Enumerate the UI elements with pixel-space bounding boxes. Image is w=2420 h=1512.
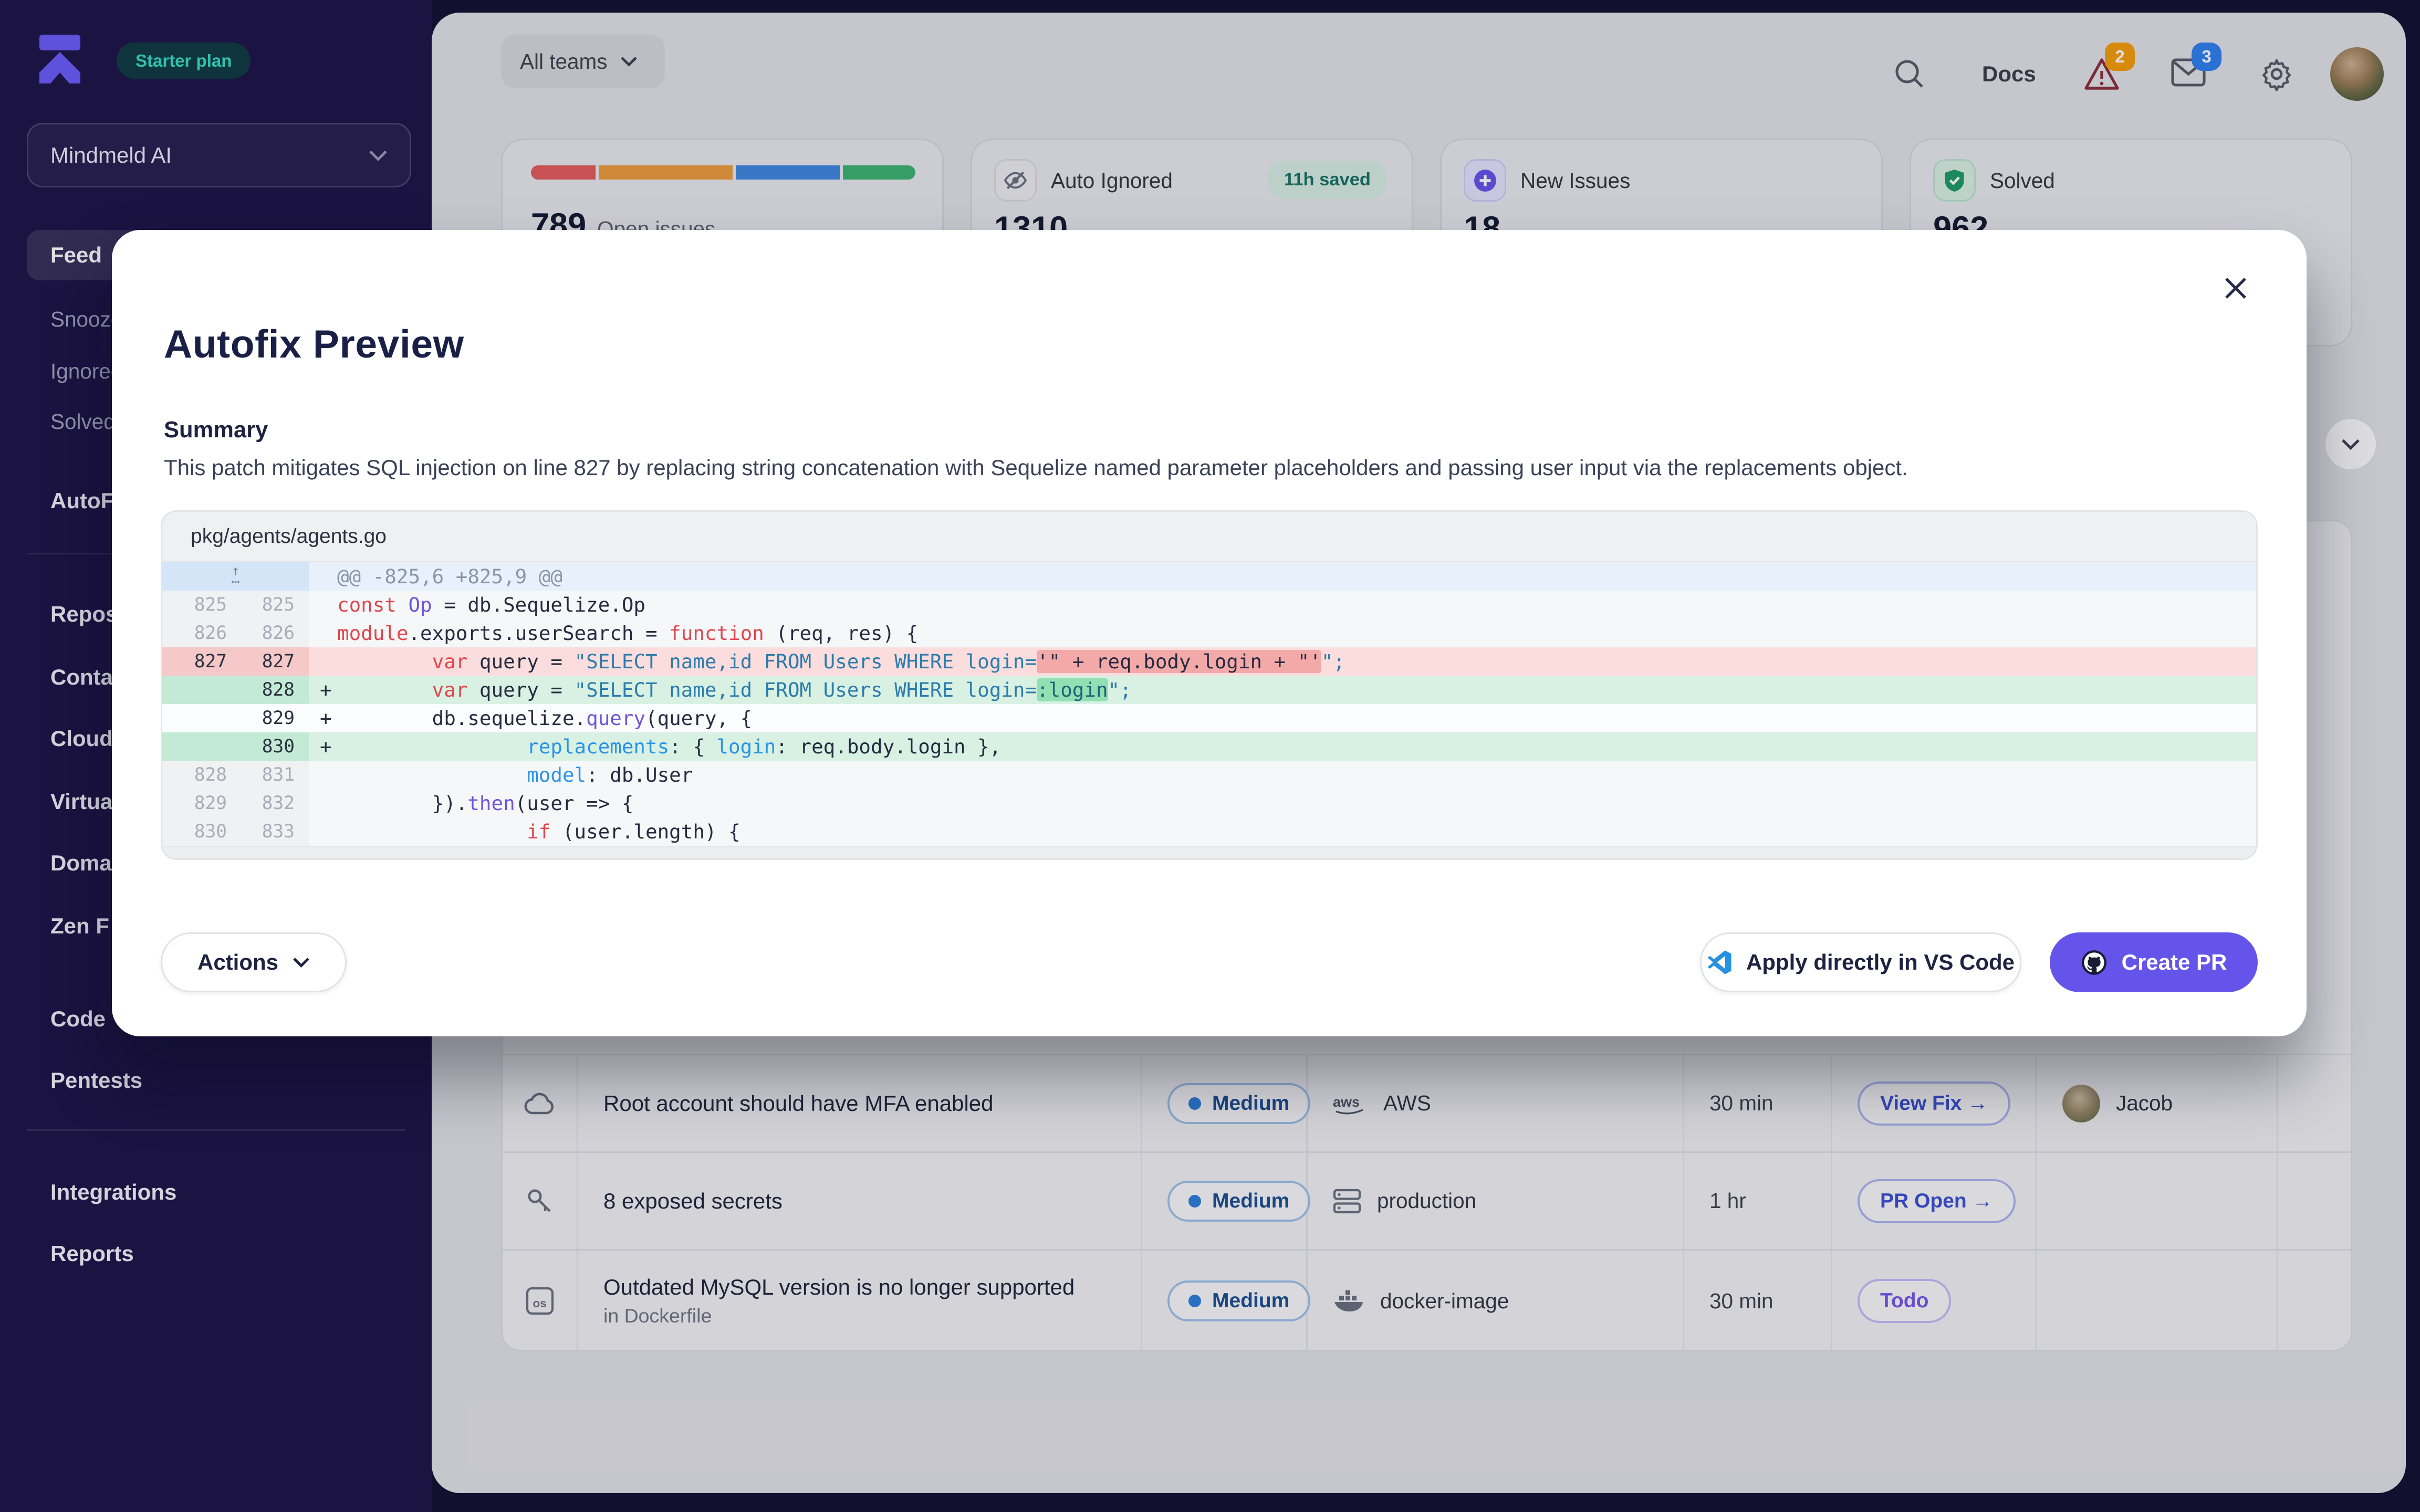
diff-line-added: 830 + replacements: { login: req.body.lo…: [162, 732, 2256, 761]
diff-line: 830833 if (user.length) {: [162, 817, 2256, 846]
summary-heading: Summary: [164, 417, 268, 443]
diff-hunk-row[interactable]: ↑⋯ @@ -825,6 +825,9 @@: [162, 562, 2256, 591]
github-icon: [2081, 949, 2108, 976]
actions-dropdown-button[interactable]: Actions: [161, 932, 347, 992]
diff-line-added: 829 + db.sequelize.query(query, {: [162, 704, 2256, 732]
diff-viewer: pkg/agents/agents.go ↑⋯ @@ -825,6 +825,9…: [161, 510, 2258, 860]
diff-line: 829832 }).then(user => {: [162, 789, 2256, 817]
diff-line-added: 828 + var query = "SELECT name,id FROM U…: [162, 676, 2256, 704]
diff-file-path: pkg/agents/agents.go: [162, 512, 2256, 562]
close-icon[interactable]: [2218, 271, 2253, 306]
modal-title: Autofix Preview: [164, 321, 464, 366]
diff-line: 826826 module.exports.userSearch = funct…: [162, 619, 2256, 647]
diff-line-removed: 827827 var query = "SELECT name,id FROM …: [162, 647, 2256, 676]
diff-line: 828831 model: db.User: [162, 761, 2256, 789]
diff-footer: [162, 846, 2256, 860]
apply-in-vscode-button[interactable]: Apply directly in VS Code: [1700, 932, 2021, 992]
diff-line: 825825 const Op = db.Sequelize.Op: [162, 591, 2256, 619]
create-pr-button[interactable]: Create PR: [2050, 932, 2258, 992]
autofix-preview-modal: Autofix Preview Summary This patch mitig…: [112, 230, 2307, 1036]
summary-text: This patch mitigates SQL injection on li…: [164, 455, 2133, 480]
vscode-icon: [1707, 950, 1732, 975]
expand-up-icon[interactable]: ↑⋯: [231, 565, 239, 587]
app-root: Starter plan Mindmeld AI Feed Snooze Ign…: [0, 0, 2420, 1512]
chevron-down-icon: [293, 957, 310, 968]
